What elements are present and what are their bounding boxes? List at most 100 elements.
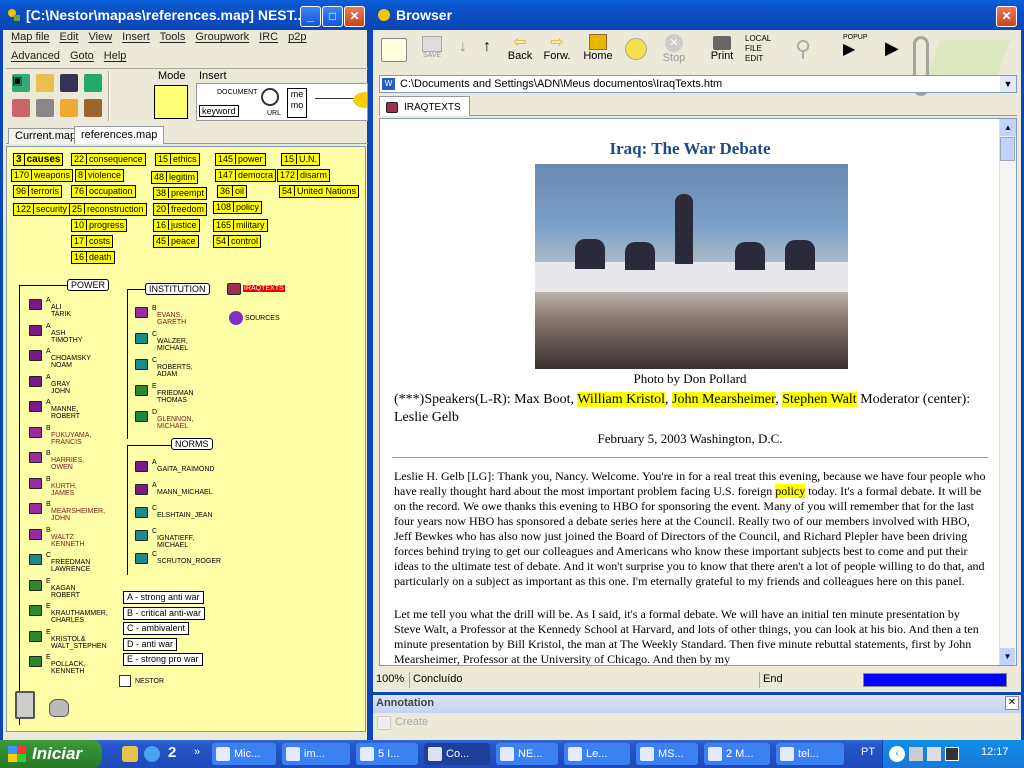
address-dropdown-arrow[interactable]: ▼ [1000,76,1016,92]
start-button[interactable]: Iniciar [0,740,102,768]
author-node[interactable]: C WALZER, MICHAEL [135,331,225,353]
taskbar-item[interactable]: 2 M... [704,743,770,765]
tray-icon-app[interactable] [945,747,959,761]
quicklaunch-icon-1[interactable] [122,746,138,762]
author-node[interactable]: B MEARSHEIMER, JOHN [29,501,119,523]
author-node[interactable]: A MANNE, ROBERT [29,399,119,421]
taskbar-item[interactable]: MS... [636,743,698,765]
nestor-titlebar[interactable]: [C:\Nestor\mapas\references.map] NEST...… [0,0,370,30]
menu-help[interactable]: Help [99,50,132,66]
norms-group-label[interactable]: NORMS [171,438,213,450]
insert-keyword[interactable]: keyword [199,105,239,117]
insert-memo[interactable]: me mo [287,88,307,118]
keyword-costs[interactable]: 17 costs [71,235,114,248]
close-button[interactable]: ✕ [344,6,365,27]
author-node[interactable]: C FREEDMAN LAWRENCE [29,552,119,574]
author-node[interactable]: B HARRIES, OWEN [29,450,119,472]
menu-irc[interactable]: IRC [254,31,283,47]
keyword-control[interactable]: 54 control [213,235,262,248]
keyword-weapons[interactable]: 170 weapons [11,169,74,182]
map-canvas[interactable]: POWER INSTITUTION NORMS IRAQTEXTS SOURCE… [6,146,366,732]
keyword-death[interactable]: 16 death [71,251,115,264]
trash-icon[interactable] [15,691,35,719]
keyword-causes[interactable]: 3 causes [13,153,64,166]
keyword-reconstruction[interactable]: 25 reconstruction [69,203,147,216]
scrollbar[interactable]: ▲ ▼ [999,119,1016,665]
back-button[interactable]: ⇦ Back [505,35,535,63]
forward-button[interactable]: ⇨ Forw. [541,35,573,63]
author-node[interactable]: C ROBERTS, ADAM [135,357,225,379]
scroll-down-arrow[interactable]: ▼ [1000,648,1015,665]
institution-group-label[interactable]: INSTITUTION [145,283,210,295]
tools-icon[interactable] [36,99,54,117]
keyword-policy[interactable]: 108 policy [213,201,263,214]
keyword-preempt[interactable]: 38 preempt [153,187,208,200]
keyword-ethics[interactable]: 15 ethics [155,153,200,166]
speaker-kristol[interactable]: William Kristol [577,392,665,407]
connector-icon[interactable] [315,98,355,108]
keyword-power[interactable]: 145 power [215,153,266,166]
stop-button[interactable]: ✕ Stop [659,34,689,64]
annotation-create-button[interactable]: Create [395,716,428,728]
taskbar-item[interactable]: Mic... [212,743,276,765]
author-node[interactable]: A MANN_MICHAEL [135,482,225,504]
keyword-security[interactable]: 122 security [13,203,71,216]
menu-map-file[interactable]: Map file [6,31,55,47]
keyword-united-nations[interactable]: 54 United Nations [279,185,360,198]
mode-box[interactable] [154,85,188,119]
annotation-close-button[interactable]: ✕ [1005,696,1019,710]
home-button[interactable]: Home [581,34,615,62]
tab-references-map[interactable]: references.map [74,126,165,144]
menu-tools[interactable]: Tools [155,31,191,47]
users-icon[interactable] [12,99,30,117]
quicklaunch-icon-2[interactable] [144,746,160,762]
author-node[interactable]: C ELSHTAIN_JEAN [135,505,225,527]
taskbar-item[interactable]: tel... [776,743,844,765]
keyword-progress[interactable]: 10 progress [71,219,128,232]
keyword-justice[interactable]: 16 justice [153,219,200,232]
author-node[interactable]: A ALI TARIK [29,297,119,319]
local-file-edit-button[interactable]: LOCAL FILE EDIT [745,34,781,64]
keyword-freedom[interactable]: 20 freedom [153,203,208,216]
author-node[interactable]: B KURTH, JAMES [29,476,119,498]
grid-icon[interactable] [84,99,102,117]
taskbar-item[interactable]: Co... [424,743,490,765]
tab-current-map[interactable]: Current.map [8,128,84,144]
tab-iraqtexts[interactable]: IRAQTEXTS [379,96,470,116]
author-node[interactable]: A CHOAMSKY NOAM [29,348,119,370]
menu-advanced[interactable]: Advanced [6,50,65,66]
highlight-policy[interactable]: policy [775,484,806,498]
map-icon[interactable]: ▣ [12,74,30,92]
author-node[interactable]: A ASH TIMOTHY [29,323,119,345]
taskbar-item[interactable]: im... [282,743,350,765]
refresh-icon[interactable] [625,38,647,60]
tray-arrow-icon[interactable]: ‹ [889,746,905,762]
speaker-mearsheimer[interactable]: John Mearsheimer [672,392,776,407]
keyword-terroris[interactable]: 96 terroris [13,185,63,198]
menu-insert[interactable]: Insert [117,31,155,47]
open-folder-icon[interactable] [36,74,54,92]
author-node[interactable]: E POLLACK, KENNETH [29,654,119,676]
keyword-occupation[interactable]: 76 occupation [71,185,136,198]
scroll-up-arrow[interactable]: ▲ [1000,119,1016,136]
address-bar[interactable]: W C:\Documents and Settings\ADN\Meus doc… [379,75,1017,93]
keyword-peace[interactable]: 45 peace [153,235,199,248]
ostrich-icon[interactable]: ⚲ [795,36,817,64]
taskbar-item[interactable]: NE... [496,743,558,765]
yellow-node-icon[interactable] [353,92,367,108]
save-page-button[interactable]: SAVE [419,36,445,68]
power-group-label[interactable]: POWER [67,279,110,291]
keyword-military[interactable]: 165 military [213,219,268,232]
taskbar-item[interactable]: 5 I... [356,743,418,765]
keyword-legitim[interactable]: 48 legitim [151,171,199,184]
menu-view[interactable]: View [84,31,118,47]
browser-close-button[interactable]: ✕ [996,6,1017,27]
minimize-button[interactable]: _ [300,6,321,27]
popup-button[interactable]: POPUP ▶ [843,34,873,59]
author-node[interactable]: B WALTZ KENNETH [29,527,119,549]
print-button[interactable]: Print [707,34,737,62]
author-node[interactable]: E KRAUTHAMMER, CHARLES [29,603,119,625]
menu-p2p[interactable]: p2p [283,31,311,47]
map-link-icon[interactable] [84,74,102,92]
tray-icon-volume[interactable] [927,747,941,761]
